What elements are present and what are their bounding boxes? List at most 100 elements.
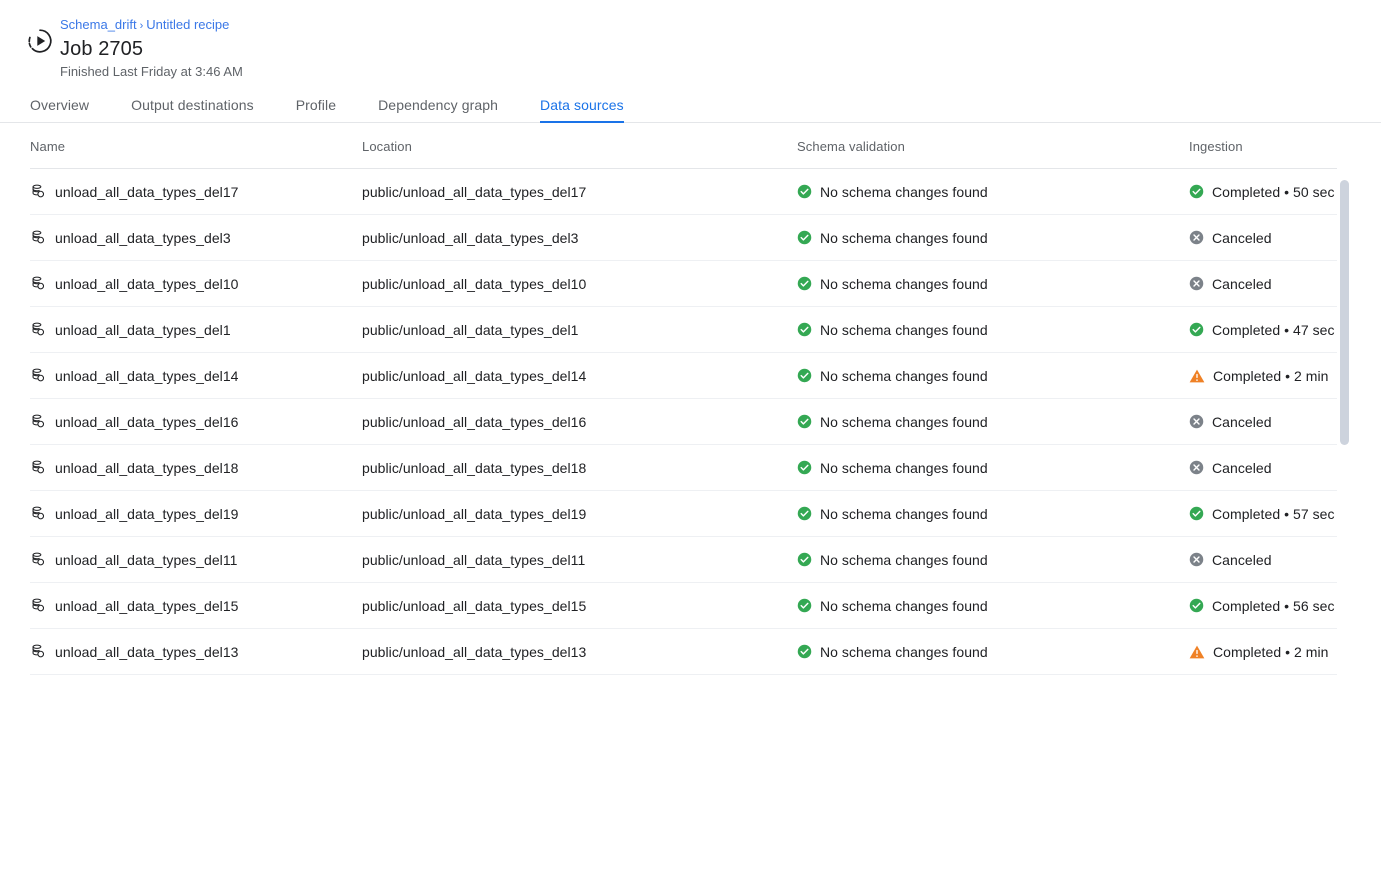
table-row[interactable]: unload_all_data_types_del19 public/unload…: [30, 491, 1337, 537]
check-circle-icon: [1189, 184, 1204, 199]
cell-schema-validation: No schema changes found: [797, 491, 1189, 537]
schema-validation-label: No schema changes found: [820, 414, 988, 430]
database-table-icon: [30, 183, 47, 200]
cell-ingestion: Completed • 47 sec: [1189, 307, 1337, 353]
table-row[interactable]: unload_all_data_types_del1 public/unload_…: [30, 307, 1337, 353]
vertical-scrollbar-thumb[interactable]: [1340, 180, 1349, 445]
cancel-circle-icon: [1189, 414, 1204, 429]
cell-schema-validation: No schema changes found: [797, 215, 1189, 261]
table-row[interactable]: unload_all_data_types_del11public/unload…: [30, 537, 1337, 583]
cell-name[interactable]: unload_all_data_types_del13: [30, 629, 362, 675]
dataset-name-label: unload_all_data_types_del14: [55, 368, 239, 384]
check-circle-icon: [797, 552, 812, 567]
cell-schema-validation: No schema changes found: [797, 537, 1189, 583]
cell-name[interactable]: unload_all_data_types_del17: [30, 169, 362, 215]
check-circle-icon: [1189, 506, 1204, 521]
cell-name[interactable]: unload_all_data_types_del11: [30, 537, 362, 583]
table-header-row: Name Location Schema validation Ingestio…: [30, 139, 1337, 169]
page-title: Job 2705: [60, 36, 243, 62]
dataset-name-label: unload_all_data_types_del19: [55, 506, 239, 522]
cell-schema-validation: No schema changes found: [797, 583, 1189, 629]
column-header-ingestion: Ingestion: [1189, 139, 1337, 169]
cell-location: public/unload_all_data_types_del18: [362, 445, 797, 491]
cell-name[interactable]: unload_all_data_types_del10: [30, 261, 362, 307]
check-circle-icon: [1189, 598, 1204, 613]
column-header-location: Location: [362, 139, 797, 169]
cell-location: public/unload_all_data_types_del1: [362, 307, 797, 353]
cell-name[interactable]: unload_all_data_types_del15: [30, 583, 362, 629]
tab-profile[interactable]: Profile: [296, 97, 336, 122]
ingestion-status-label: Completed • 50 sec: [1212, 184, 1335, 200]
dataset-location-label: public/unload_all_data_types_del18: [362, 460, 586, 476]
cell-name[interactable]: unload_all_data_types_del19: [30, 491, 362, 537]
check-circle-icon: [797, 506, 812, 521]
breadcrumb-child-link[interactable]: Untitled recipe: [146, 17, 229, 32]
schema-validation-label: No schema changes found: [820, 230, 988, 246]
cell-schema-validation: No schema changes found: [797, 169, 1189, 215]
cell-ingestion: Canceled: [1189, 537, 1337, 583]
cancel-circle-icon: [1189, 552, 1204, 567]
table-row[interactable]: unload_all_data_types_del18 public/unload…: [30, 445, 1337, 491]
table-row[interactable]: unload_all_data_types_del16public/unload…: [30, 399, 1337, 445]
vertical-scrollbar-track[interactable]: [1340, 175, 1349, 875]
cancel-circle-icon: [1189, 460, 1204, 475]
cell-name[interactable]: unload_all_data_types_del18: [30, 445, 362, 491]
cell-name[interactable]: unload_all_data_types_del14: [30, 353, 362, 399]
ingestion-status-label: Canceled: [1212, 552, 1272, 568]
data-sources-table-container: Name Location Schema validation Ingestio…: [0, 139, 1381, 675]
table-row[interactable]: unload_all_data_types_del3public/unload_…: [30, 215, 1337, 261]
column-header-schema: Schema validation: [797, 139, 1189, 169]
dataset-location-label: public/unload_all_data_types_del3: [362, 230, 579, 246]
check-circle-icon: [797, 276, 812, 291]
cell-ingestion: Canceled: [1189, 445, 1337, 491]
tab-dependency-graph[interactable]: Dependency graph: [378, 97, 498, 122]
table-row[interactable]: unload_all_data_types_del10public/unload…: [30, 261, 1337, 307]
cell-location: public/unload_all_data_types_del14: [362, 353, 797, 399]
tab-data-sources[interactable]: Data sources: [540, 97, 624, 122]
database-table-icon: [30, 229, 47, 246]
cell-ingestion: Completed • 50 sec: [1189, 169, 1337, 215]
database-table-icon: [30, 321, 47, 338]
ingestion-status-label: Completed • 57 sec: [1212, 506, 1335, 522]
check-circle-icon: [797, 230, 812, 245]
cancel-circle-icon: [1189, 230, 1204, 245]
cell-ingestion: Canceled: [1189, 261, 1337, 307]
ingestion-status-label: Completed • 2 min: [1213, 644, 1328, 660]
breadcrumb: Schema_drift›Untitled recipe: [60, 16, 243, 35]
cell-schema-validation: No schema changes found: [797, 629, 1189, 675]
breadcrumb-parent-link[interactable]: Schema_drift: [60, 17, 137, 32]
cell-ingestion: Canceled: [1189, 399, 1337, 445]
cell-name[interactable]: unload_all_data_types_del3: [30, 215, 362, 261]
cell-name[interactable]: unload_all_data_types_del16: [30, 399, 362, 445]
tab-bar: Overview Output destinations Profile Dep…: [0, 86, 1381, 123]
cell-name[interactable]: unload_all_data_types_del1: [30, 307, 362, 353]
tab-output-destinations[interactable]: Output destinations: [131, 97, 254, 122]
ingestion-status-label: Canceled: [1212, 230, 1272, 246]
cell-location: public/unload_all_data_types_del13: [362, 629, 797, 675]
check-circle-icon: [797, 368, 812, 383]
dataset-name-label: unload_all_data_types_del1: [55, 322, 231, 338]
dataset-name-label: unload_all_data_types_del17: [55, 184, 239, 200]
cell-schema-validation: No schema changes found: [797, 399, 1189, 445]
cell-location: public/unload_all_data_types_del19: [362, 491, 797, 537]
tab-overview[interactable]: Overview: [30, 97, 89, 122]
check-circle-icon: [797, 184, 812, 199]
dataset-name-label: unload_all_data_types_del18: [55, 460, 239, 476]
warning-triangle-icon: [1189, 644, 1205, 660]
database-table-icon: [30, 597, 47, 614]
schema-validation-label: No schema changes found: [820, 460, 988, 476]
schema-validation-label: No schema changes found: [820, 368, 988, 384]
dataset-name-label: unload_all_data_types_del10: [55, 276, 239, 292]
table-row[interactable]: unload_all_data_types_del17public/unload…: [30, 169, 1337, 215]
check-circle-icon: [797, 414, 812, 429]
database-table-icon: [30, 459, 47, 476]
cell-schema-validation: No schema changes found: [797, 353, 1189, 399]
table-row[interactable]: unload_all_data_types_del15public/unload…: [30, 583, 1337, 629]
schema-validation-label: No schema changes found: [820, 276, 988, 292]
table-row[interactable]: unload_all_data_types_del13public/unload…: [30, 629, 1337, 675]
table-row[interactable]: unload_all_data_types_del14 public/unload…: [30, 353, 1337, 399]
database-table-icon: [30, 643, 47, 660]
table-body: unload_all_data_types_del17 public/unload…: [30, 169, 1337, 675]
schema-validation-label: No schema changes found: [820, 552, 988, 568]
dataset-location-label: public/unload_all_data_types_del13: [362, 644, 586, 660]
